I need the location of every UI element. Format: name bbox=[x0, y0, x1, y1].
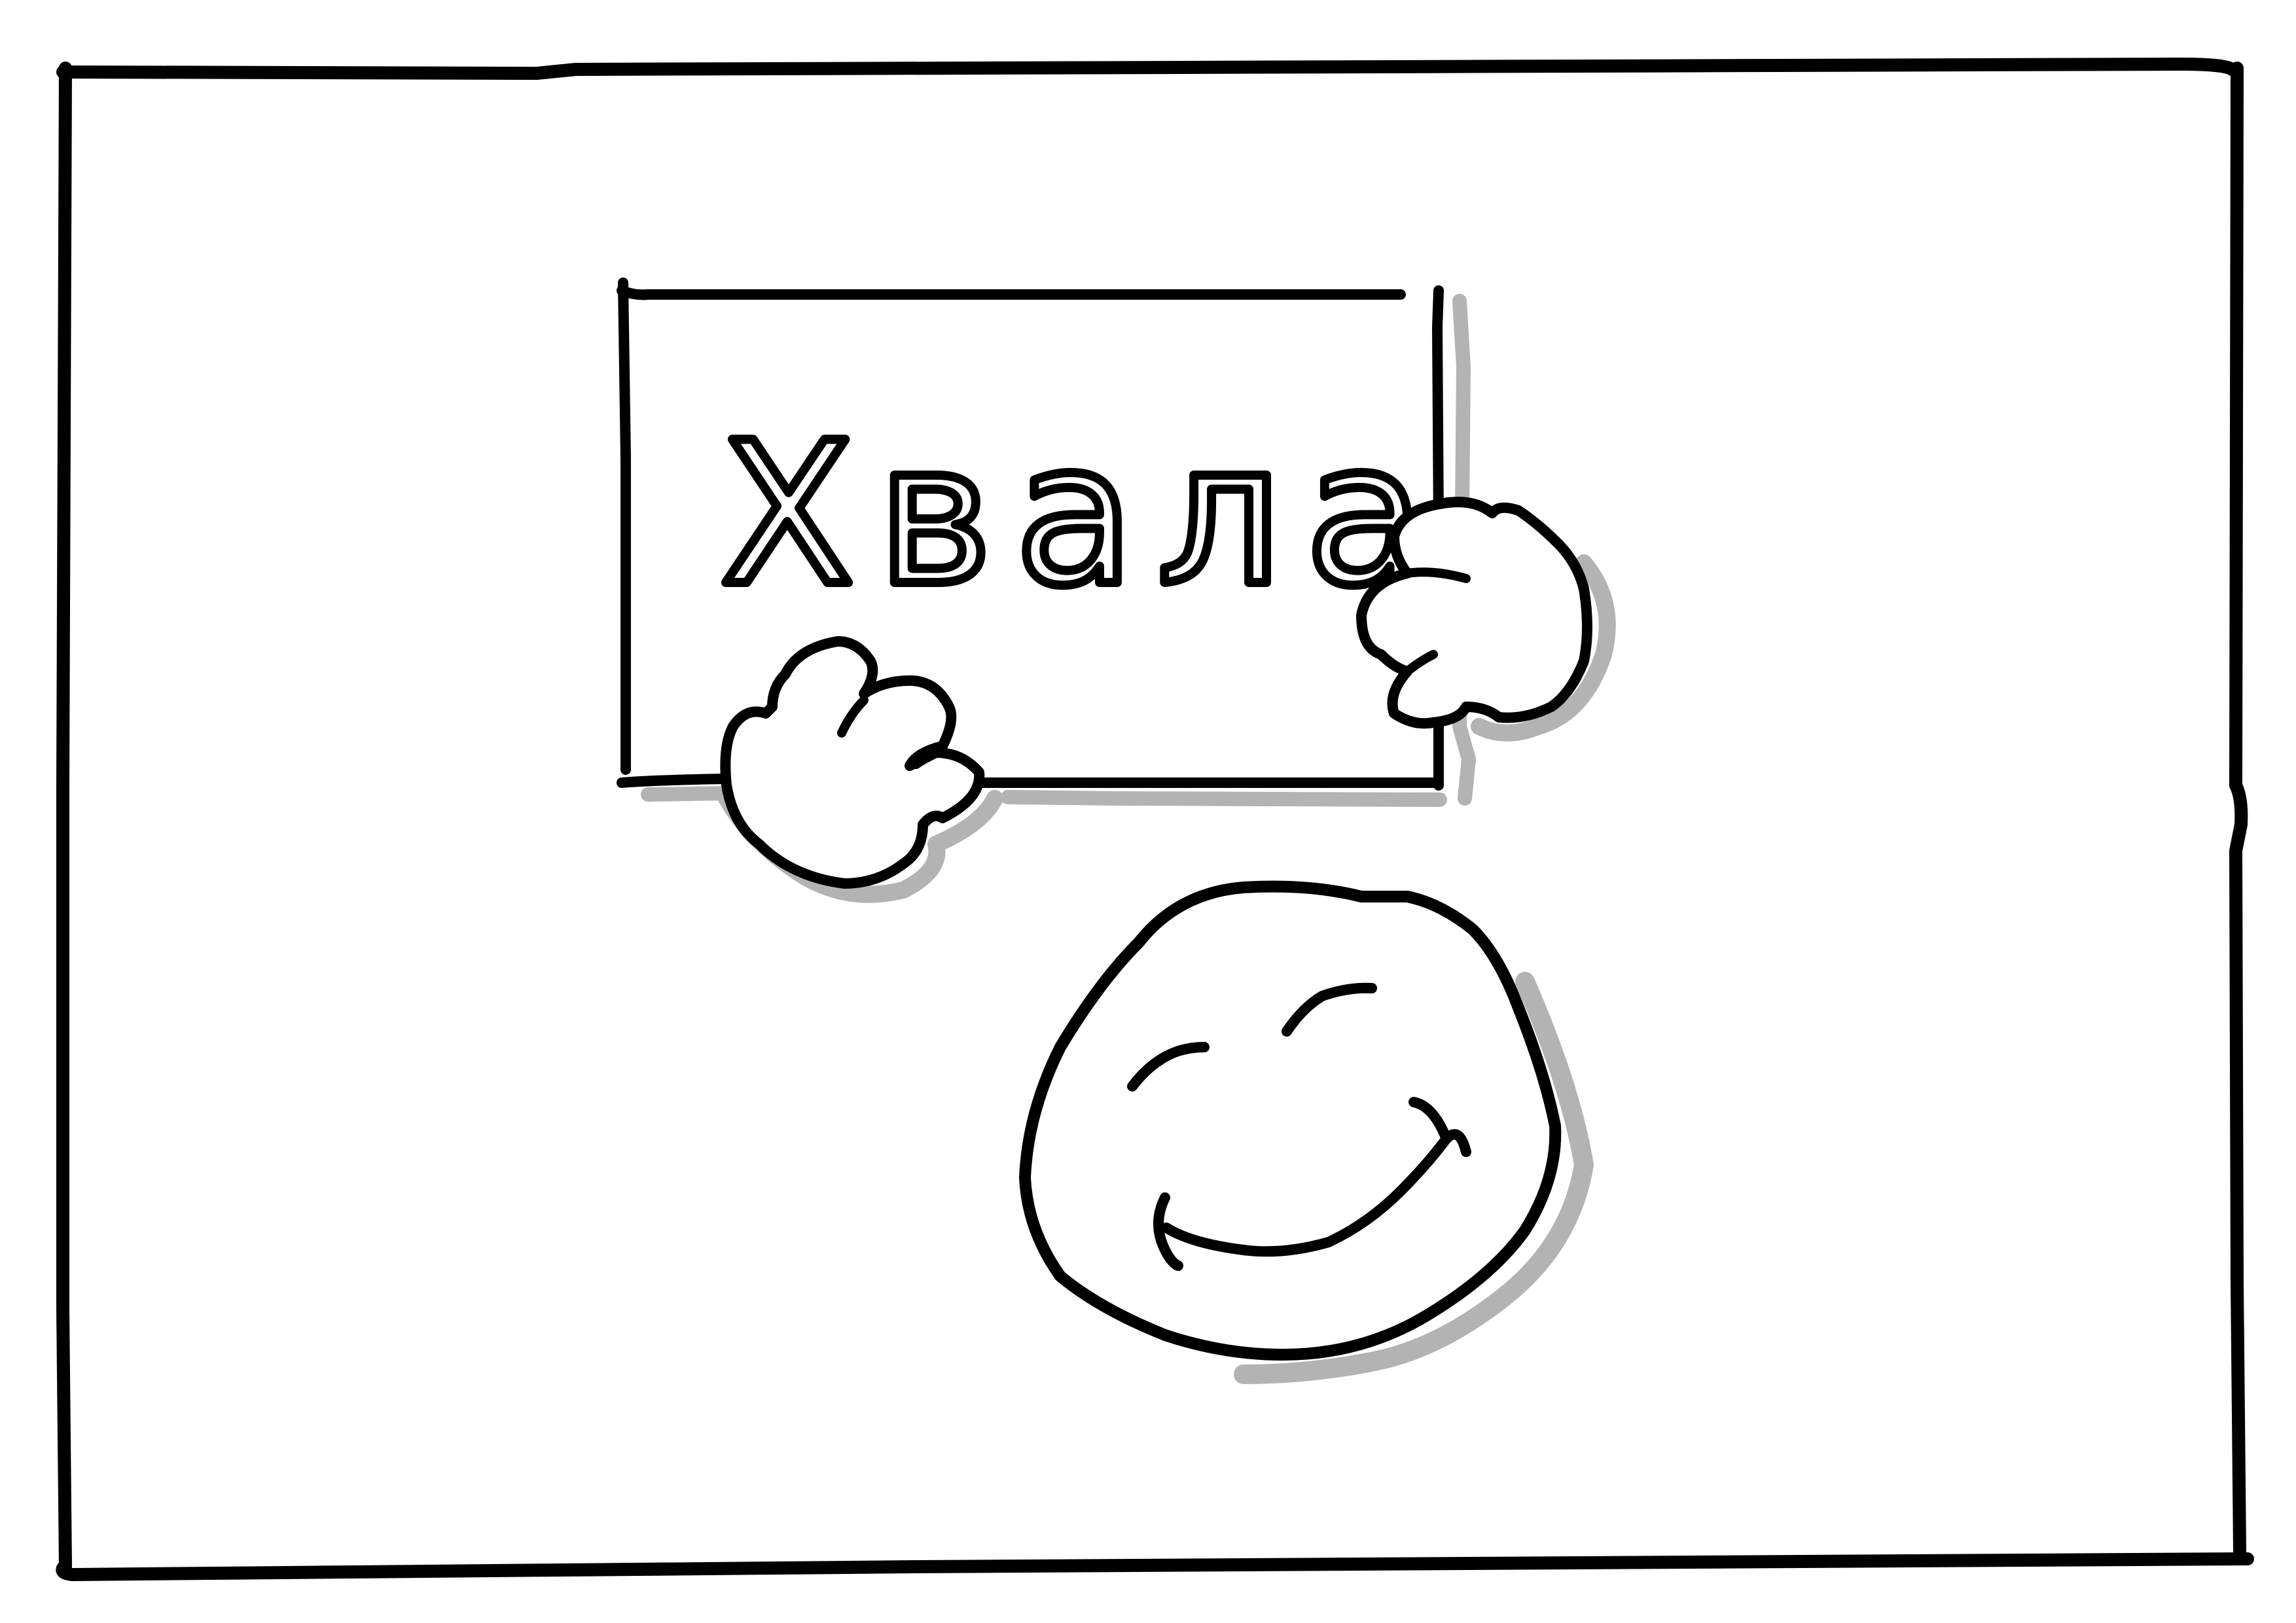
hand-drawn-illustration: Хвала bbox=[56, 58, 2254, 1581]
smiley-face-outline bbox=[1019, 880, 1562, 1361]
outer-frame-top bbox=[56, 58, 2238, 80]
sign-board-top bbox=[617, 285, 1406, 300]
left-hand bbox=[718, 636, 1003, 903]
sketch-canvas: Хвала bbox=[0, 0, 2296, 1623]
smiley-face bbox=[1019, 880, 1594, 1384]
outer-frame-right bbox=[2229, 62, 2248, 1558]
sign-board-left bbox=[618, 277, 631, 775]
right-hand-outline bbox=[1356, 497, 1592, 729]
outer-frame-bottom bbox=[56, 1552, 2254, 1581]
sign-text: Хвала bbox=[720, 401, 1448, 629]
outer-frame-left bbox=[56, 62, 72, 1573]
right-hand bbox=[1356, 497, 1616, 741]
